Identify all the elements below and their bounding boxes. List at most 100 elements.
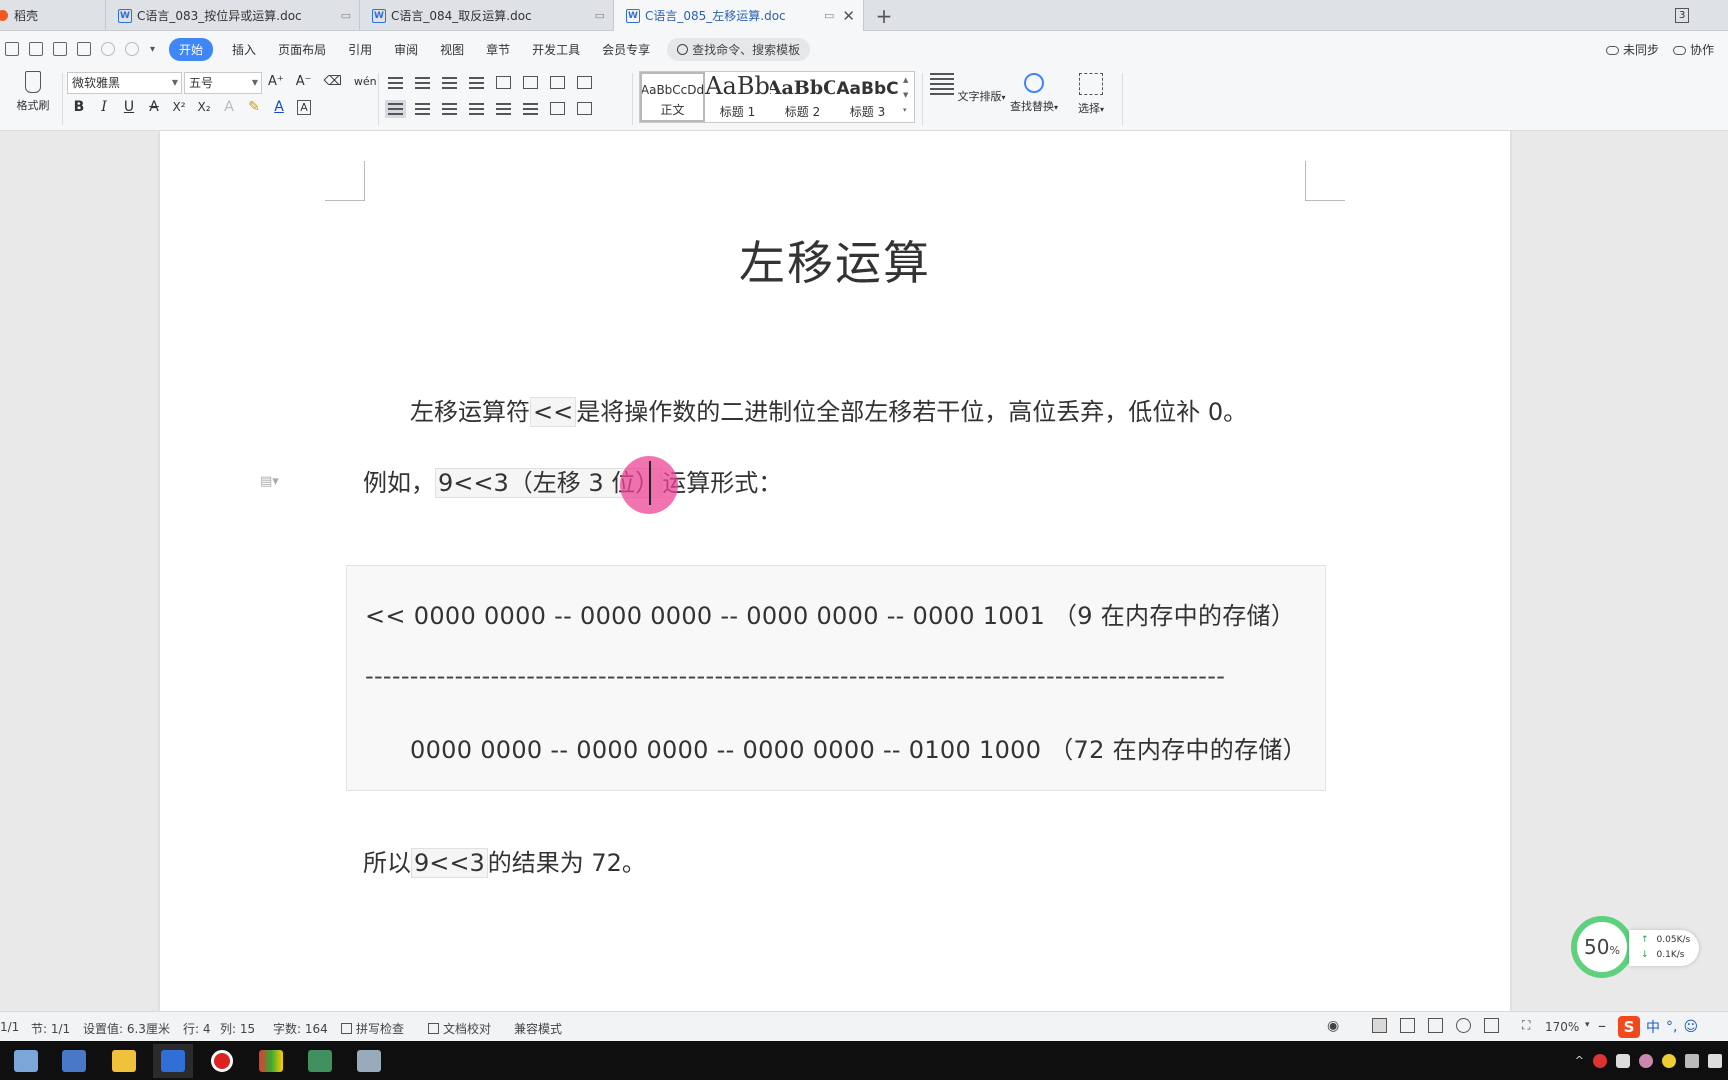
save-icon[interactable] — [5, 42, 19, 56]
print-preview-icon[interactable] — [77, 42, 91, 56]
pin-icon[interactable]: ▭ — [824, 9, 834, 22]
status-word-count[interactable]: 字数: 164 — [273, 1020, 328, 1037]
fit-page-icon[interactable]: ⛶ — [1522, 1018, 1530, 1033]
chinese-layout-icon[interactable] — [496, 76, 511, 89]
menu-home[interactable]: 开始 — [169, 37, 214, 61]
table-tool-icon[interactable] — [577, 76, 592, 89]
collab-button[interactable]: 协作 — [1672, 41, 1714, 58]
tray-bell-icon[interactable] — [1616, 1053, 1630, 1068]
tab-count-badge[interactable]: 3 — [1675, 8, 1690, 23]
decrease-indent-icon[interactable] — [442, 76, 457, 89]
status-page[interactable]: 1/1 — [0, 1020, 19, 1034]
taskbar-app-2[interactable] — [54, 1044, 94, 1078]
align-center-icon[interactable] — [415, 102, 430, 115]
numbered-list-icon[interactable] — [415, 76, 430, 89]
clear-format-icon[interactable]: ⌫ — [324, 74, 342, 89]
paragraph-definition[interactable]: 左移运算符 << 是将操作数的二进制位全部左移若干位，高位丢弃，低位补 0。 — [410, 394, 1247, 430]
italic-icon[interactable]: I — [97, 99, 111, 115]
style-heading-1[interactable]: AaBb 标题 1 — [705, 72, 770, 122]
distributed-icon[interactable] — [496, 102, 511, 115]
format-painter-button[interactable]: 格式刷 — [8, 71, 58, 113]
close-tab-icon[interactable]: ✕ — [842, 7, 855, 25]
eye-protection-icon[interactable]: ◉ — [1327, 1018, 1339, 1034]
font-name-select[interactable]: 微软雅黑 ▼ — [67, 72, 182, 94]
taskbar-app-8[interactable] — [349, 1044, 389, 1078]
document-page[interactable]: 左移运算 左移运算符 << 是将操作数的二进制位全部左移若干位，高位丢弃，低位补 0… — [160, 131, 1510, 1011]
reading-view-icon[interactable] — [1428, 1018, 1443, 1033]
menu-developer[interactable]: 开发工具 — [532, 41, 580, 58]
zoom-out-button[interactable]: – — [1598, 1016, 1606, 1035]
pin-icon[interactable]: ▭ — [595, 9, 605, 22]
tab-doc-083[interactable]: W C语言_083_按位异或运算.doc ▭ — [106, 0, 360, 31]
taskbar-file-explorer[interactable] — [104, 1044, 144, 1078]
tab-docer[interactable]: 稻壳 — [0, 0, 106, 31]
align-left-icon[interactable] — [385, 99, 406, 118]
pin-icon[interactable]: ▭ — [341, 9, 351, 22]
text-layout-button[interactable]: 文字排版▾ — [930, 73, 1006, 104]
menu-view[interactable]: 视图 — [440, 41, 464, 58]
ime-punct-icon[interactable]: °, — [1666, 1019, 1677, 1035]
menu-insert[interactable]: 插入 — [232, 41, 256, 58]
quick-access-dropdown-icon[interactable]: ▾ — [150, 44, 155, 55]
tab-doc-084[interactable]: W C语言_084_取反运算.doc ▭ — [360, 0, 614, 31]
taskbar-app-6[interactable] — [251, 1044, 291, 1078]
find-replace-button[interactable]: 查找替换▾ — [1010, 73, 1058, 114]
char-border-icon[interactable]: A — [297, 99, 311, 115]
subscript-icon[interactable]: X₂ — [197, 100, 211, 114]
bullet-list-icon[interactable] — [388, 76, 403, 89]
undo-icon[interactable] — [101, 42, 115, 56]
font-size-select[interactable]: 五号 ▼ — [184, 72, 262, 94]
status-section[interactable]: 节: 1/1 — [31, 1020, 70, 1037]
taskbar-app-1[interactable] — [6, 1044, 46, 1078]
paragraph-mark-icon[interactable] — [550, 76, 565, 89]
search-command-box[interactable]: 查找命令、搜索模板 — [667, 37, 811, 61]
export-icon[interactable] — [29, 42, 43, 56]
border-icon[interactable] — [577, 102, 592, 115]
style-normal[interactable]: AaBbCcDd 正文 — [640, 72, 705, 122]
shading-icon[interactable] — [550, 102, 565, 115]
bold-icon[interactable]: B — [72, 99, 86, 115]
paragraph-handle-icon[interactable]: ▤▾ — [260, 474, 279, 489]
tray-plus-icon[interactable] — [1662, 1053, 1676, 1068]
tray-expand-icon[interactable]: ^ — [1575, 1054, 1584, 1068]
document-area[interactable]: 左移运算 左移运算符 << 是将操作数的二进制位全部左移若干位，高位丢弃，低位补 0… — [0, 131, 1728, 1011]
text-effect-icon[interactable]: A — [222, 99, 236, 115]
grow-font-icon[interactable]: A⁺ — [268, 74, 284, 89]
ime-mode[interactable]: 中 — [1646, 1017, 1660, 1037]
zoom-level[interactable]: 170% — [1545, 1020, 1579, 1034]
align-right-icon[interactable] — [442, 102, 457, 115]
doc-proof-button[interactable]: 文档校对 — [428, 1020, 491, 1037]
sync-button[interactable]: 未同步 — [1605, 41, 1659, 58]
style-heading-3[interactable]: AaBbC 标题 3 — [835, 72, 900, 122]
tray-app-icon[interactable] — [1639, 1053, 1653, 1068]
phonetic-guide-icon[interactable]: wén — [354, 75, 377, 88]
spell-check-button[interactable]: 拼写检查 — [341, 1020, 404, 1037]
outline-view-icon[interactable] — [1400, 1018, 1415, 1033]
gallery-scroll-arrows[interactable]: ▲ ▼ ▾ — [903, 73, 908, 118]
style-heading-2[interactable]: AaBbC 标题 2 — [770, 72, 835, 122]
tray-record-icon[interactable] — [1593, 1053, 1607, 1068]
redo-icon[interactable] — [125, 42, 139, 56]
page-view-icon[interactable] — [1372, 1018, 1387, 1033]
superscript-icon[interactable]: X² — [172, 100, 186, 114]
status-setting[interactable]: 设置值: 6.3厘米 — [83, 1020, 170, 1037]
taskbar-recorder[interactable] — [202, 1044, 242, 1078]
select-button[interactable]: 选择▾ — [1078, 73, 1104, 116]
ime-emoji-icon[interactable]: ☺ — [1683, 1019, 1698, 1035]
taskbar-app-7[interactable] — [300, 1044, 340, 1078]
font-color-icon[interactable]: A — [272, 99, 286, 115]
paragraph-example[interactable]: 例如， 9<<3（左移 3 位） 运算形式： — [363, 465, 782, 501]
new-tab-button[interactable]: + — [872, 4, 896, 28]
network-speed-widget[interactable]: 50% ↑ 0.05K/s ↓ 0.1K/s — [1571, 916, 1699, 980]
menu-page-layout[interactable]: 页面布局 — [278, 41, 326, 58]
sort-icon[interactable] — [523, 76, 538, 89]
tray-device-icon[interactable] — [1708, 1053, 1722, 1068]
write-mode-icon[interactable] — [1484, 1018, 1499, 1033]
code-block[interactable]: << 0000 0000 -- 0000 0000 -- 0000 0000 -… — [346, 565, 1326, 791]
document-title[interactable]: 左移运算 — [160, 227, 1510, 293]
menu-section[interactable]: 章节 — [486, 41, 510, 58]
shrink-font-icon[interactable]: A⁻ — [296, 74, 312, 89]
underline-icon[interactable]: U — [122, 99, 136, 115]
line-spacing-icon[interactable] — [523, 102, 538, 115]
paragraph-result[interactable]: 所以 9<<3 的结果为 72。 — [363, 845, 646, 881]
